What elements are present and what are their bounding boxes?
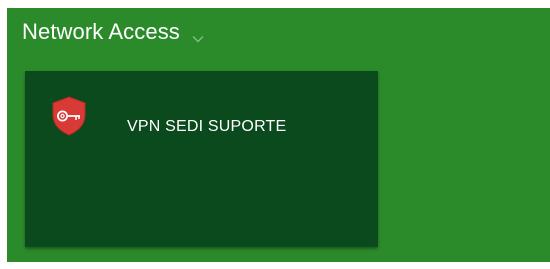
chevron-down-icon[interactable] <box>192 30 204 43</box>
tile-label: VPN SEDI SUPORTE <box>127 118 287 135</box>
section-header[interactable]: Network Access <box>22 18 204 46</box>
section-title: Network Access <box>22 19 180 44</box>
network-access-panel: Network Access VPN SEDI SUPORTE <box>7 8 550 262</box>
shield-key-icon <box>51 96 87 136</box>
vpn-tile[interactable]: VPN SEDI SUPORTE <box>25 71 378 247</box>
